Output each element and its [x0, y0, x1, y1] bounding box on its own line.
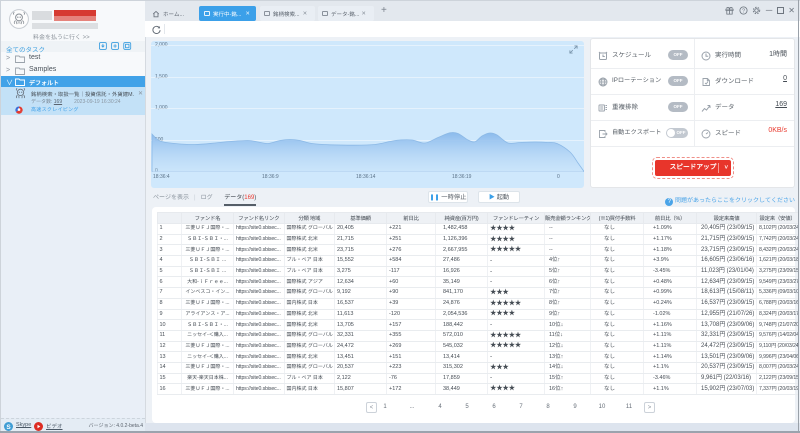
svg-text:S: S — [6, 423, 11, 430]
svg-text:?: ? — [742, 8, 745, 14]
